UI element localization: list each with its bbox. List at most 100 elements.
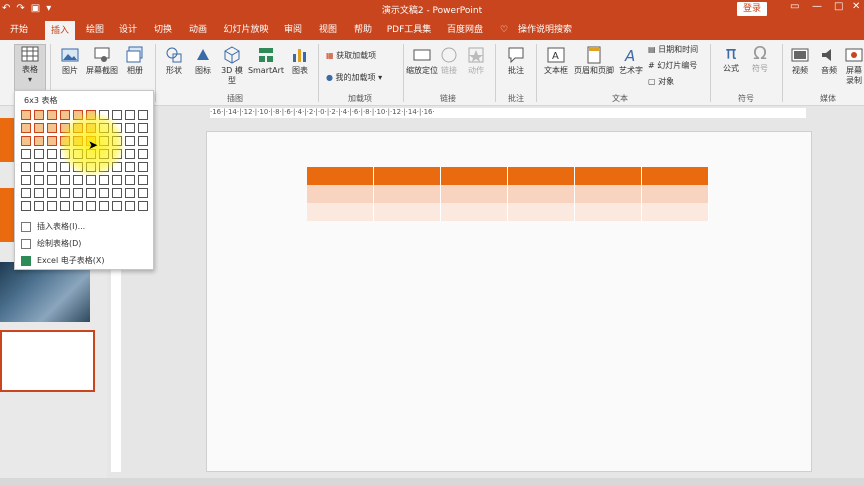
table-grid-cell[interactable] xyxy=(138,201,148,211)
action-button[interactable]: 动作 xyxy=(464,46,488,76)
tab-review[interactable]: 审阅 xyxy=(278,20,308,40)
slide-thumbnail[interactable] xyxy=(0,330,95,392)
table-grid-cell[interactable] xyxy=(99,201,109,211)
tab-pdf[interactable]: PDF工具集 xyxy=(383,20,435,40)
ribbon-options-icon[interactable]: ▭ xyxy=(790,1,799,12)
tab-transitions[interactable]: 切换 xyxy=(148,20,178,40)
table-grid-cell[interactable] xyxy=(21,188,31,198)
insert-table-item[interactable]: 插入表格(I)... xyxy=(21,221,85,232)
table-grid-cell[interactable] xyxy=(125,123,135,133)
chart-button[interactable]: 图表 xyxy=(287,46,313,76)
table-grid-cell[interactable] xyxy=(60,188,70,198)
video-button[interactable]: 视频 xyxy=(786,46,814,76)
table-grid-cell[interactable] xyxy=(125,162,135,172)
excel-table-item[interactable]: Excel 电子表格(X) xyxy=(21,255,104,266)
link-button[interactable]: 链接 xyxy=(438,46,460,76)
table-grid-cell[interactable] xyxy=(138,149,148,159)
table-grid-cell[interactable] xyxy=(125,175,135,185)
table-grid-cell[interactable] xyxy=(73,175,83,185)
textbox-button[interactable]: A 文本框 xyxy=(541,46,571,76)
table-grid-cell[interactable] xyxy=(99,175,109,185)
table-grid-cell[interactable] xyxy=(60,201,70,211)
table-grid-cell[interactable] xyxy=(34,162,44,172)
table-grid-cell[interactable] xyxy=(125,110,135,120)
table-grid-cell[interactable] xyxy=(99,188,109,198)
table-button[interactable]: 表格 ▾ xyxy=(14,44,46,92)
shapes-button[interactable]: 形状 xyxy=(160,46,188,76)
table-grid-cell[interactable] xyxy=(112,201,122,211)
my-addins-button[interactable]: ● 我的加载项 ▾ xyxy=(326,72,382,83)
screen-record-button[interactable]: 屏幕录制 xyxy=(844,46,864,86)
table-grid-cell[interactable] xyxy=(86,188,96,198)
equation-button[interactable]: π 公式 xyxy=(717,44,745,74)
table-grid-cell[interactable] xyxy=(34,201,44,211)
table-grid-cell[interactable] xyxy=(112,188,122,198)
table-grid-cell[interactable] xyxy=(47,123,57,133)
table-grid-cell[interactable] xyxy=(21,123,31,133)
minimize-icon[interactable]: — xyxy=(812,1,822,12)
table-grid-cell[interactable] xyxy=(21,201,31,211)
table-grid-cell[interactable] xyxy=(21,110,31,120)
table-grid-cell[interactable] xyxy=(34,149,44,159)
table-grid-cell[interactable] xyxy=(47,201,57,211)
tab-insert[interactable]: 插入 xyxy=(45,20,75,41)
tab-view[interactable]: 视图 xyxy=(313,20,343,40)
screenshot-button[interactable]: 屏幕截图 xyxy=(84,46,120,76)
table-grid-cell[interactable] xyxy=(112,175,122,185)
table-grid-cell[interactable] xyxy=(125,188,135,198)
lightbulb-icon[interactable]: ♡ xyxy=(497,20,511,40)
table-grid-cell[interactable] xyxy=(47,188,57,198)
audio-button[interactable]: 音频 xyxy=(815,46,843,76)
table-grid-cell[interactable] xyxy=(60,110,70,120)
table-grid-cell[interactable] xyxy=(34,123,44,133)
comment-button[interactable]: 批注 xyxy=(502,46,530,76)
table-grid-cell[interactable] xyxy=(138,123,148,133)
tab-home[interactable]: 开始 xyxy=(4,20,34,40)
album-button[interactable]: 相册 xyxy=(122,46,148,76)
datetime-button[interactable]: ▤ 日期和时间 xyxy=(648,44,698,55)
slide-number-button[interactable]: # 幻灯片编号 xyxy=(648,60,697,71)
table-grid-cell[interactable] xyxy=(73,201,83,211)
tab-draw[interactable]: 绘图 xyxy=(80,20,110,40)
table-grid-cell[interactable] xyxy=(34,175,44,185)
smartart-button[interactable]: SmartArt xyxy=(246,46,286,76)
wordart-button[interactable]: A 艺术字 xyxy=(617,46,645,76)
table-grid-cell[interactable] xyxy=(138,162,148,172)
table-grid-cell[interactable] xyxy=(86,201,96,211)
zoom-button[interactable]: 缩放定位 xyxy=(406,46,438,76)
table-grid-cell[interactable] xyxy=(47,162,57,172)
table-grid-cell[interactable] xyxy=(47,110,57,120)
symbol-button[interactable]: Ω 符号 xyxy=(746,44,774,74)
tab-slideshow[interactable]: 幻灯片放映 xyxy=(222,20,270,40)
get-addins-button[interactable]: ▦ 获取加载项 xyxy=(326,50,376,61)
table-grid-cell[interactable] xyxy=(86,175,96,185)
picture-button[interactable]: 图片 xyxy=(56,46,84,76)
table-grid-cell[interactable] xyxy=(21,175,31,185)
table-grid-cell[interactable] xyxy=(34,188,44,198)
table-grid-cell[interactable] xyxy=(138,136,148,146)
table-grid-cell[interactable] xyxy=(138,110,148,120)
table-grid-cell[interactable] xyxy=(125,149,135,159)
table-grid-cell[interactable] xyxy=(47,149,57,159)
table-grid-cell[interactable] xyxy=(34,110,44,120)
draw-table-item[interactable]: 绘制表格(D) xyxy=(21,238,81,249)
maximize-icon[interactable]: □ xyxy=(834,1,843,12)
table-grid-cell[interactable] xyxy=(112,110,122,120)
close-icon[interactable]: ✕ xyxy=(852,1,860,12)
table-grid-cell[interactable] xyxy=(21,162,31,172)
table-grid-cell[interactable] xyxy=(73,188,83,198)
table-grid-cell[interactable] xyxy=(21,136,31,146)
table-grid-cell[interactable] xyxy=(21,149,31,159)
table-grid-cell[interactable] xyxy=(47,175,57,185)
table-grid-cell[interactable] xyxy=(60,175,70,185)
tab-design[interactable]: 设计 xyxy=(113,20,143,40)
object-button[interactable]: ▢ 对象 xyxy=(648,76,674,87)
tab-baidu[interactable]: 百度网盘 xyxy=(441,20,489,40)
tab-animations[interactable]: 动画 xyxy=(183,20,213,40)
table-grid-cell[interactable] xyxy=(138,188,148,198)
tab-help[interactable]: 帮助 xyxy=(348,20,378,40)
table-grid-cell[interactable] xyxy=(125,201,135,211)
model3d-button[interactable]: 3D 模型 xyxy=(218,46,246,86)
icons-button[interactable]: 图标 xyxy=(190,46,216,76)
table-grid-cell[interactable] xyxy=(34,136,44,146)
